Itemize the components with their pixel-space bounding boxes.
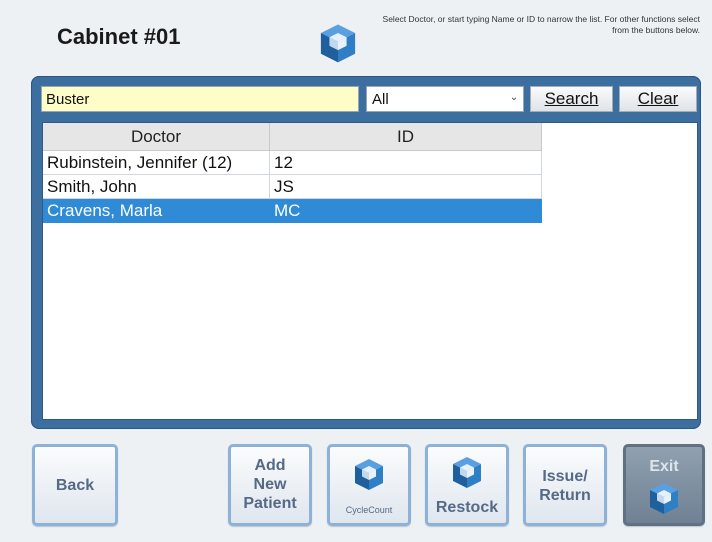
doctor-id-cell: 12 [269,150,542,175]
search-button-label: Search [544,89,599,108]
filter-dropdown[interactable]: All ⌄ [366,86,524,112]
cycle-count-button[interactable]: CycleCount [327,444,411,526]
filter-selected-value: All [372,91,389,108]
cube-logo-icon [320,24,356,63]
table-row[interactable]: Smith, John JS [43,174,542,199]
header: Cabinet #01 Select Doctor, or start typi… [0,0,712,76]
add-new-patient-label: Add New Patient [243,457,297,512]
table-row[interactable]: Rubinstein, Jennifer (12) 12 [43,150,542,175]
add-new-patient-button[interactable]: Add New Patient [228,444,312,526]
back-button-label: Back [55,477,95,494]
doctor-id-cell: JS [269,174,542,199]
doctor-id-cell: MC [269,198,542,223]
chevron-down-icon[interactable]: ⌄ [509,92,519,106]
doctor-table: Doctor ID Rubinstein, Jennifer (12) 12 S… [43,123,542,223]
column-header-doctor[interactable]: Doctor [43,123,270,151]
doctor-list[interactable]: Doctor ID Rubinstein, Jennifer (12) 12 S… [42,122,698,420]
exit-label: Exit [649,458,679,475]
cycle-count-label: CycleCount [345,505,393,515]
cube-icon [355,459,383,490]
restock-button[interactable]: Restock [425,444,509,526]
search-button[interactable]: Search [530,86,613,112]
restock-label: Restock [435,499,499,516]
search-input[interactable] [41,86,359,112]
table-header-row: Doctor ID [43,123,542,151]
doctor-name-cell: Rubinstein, Jennifer (12) [43,150,270,175]
back-button[interactable]: Back [32,444,118,526]
issue-return-label: Issue/ Return [539,468,591,504]
table-row-selected[interactable]: Cravens, Marla MC [43,198,542,223]
cube-icon [453,457,481,488]
page-title: Cabinet #01 [57,24,181,49]
issue-return-button[interactable]: Issue/ Return [523,444,607,526]
clear-button[interactable]: Clear [619,86,697,112]
cube-icon [650,483,678,514]
exit-button[interactable]: Exit [623,444,705,526]
clear-button-label: Clear [637,89,679,108]
column-header-id[interactable]: ID [269,123,542,151]
doctor-name-cell: Smith, John [43,174,270,199]
instructions-text: Select Doctor, or start typing Name or I… [382,14,700,35]
doctor-name-cell: Cravens, Marla [43,198,270,223]
